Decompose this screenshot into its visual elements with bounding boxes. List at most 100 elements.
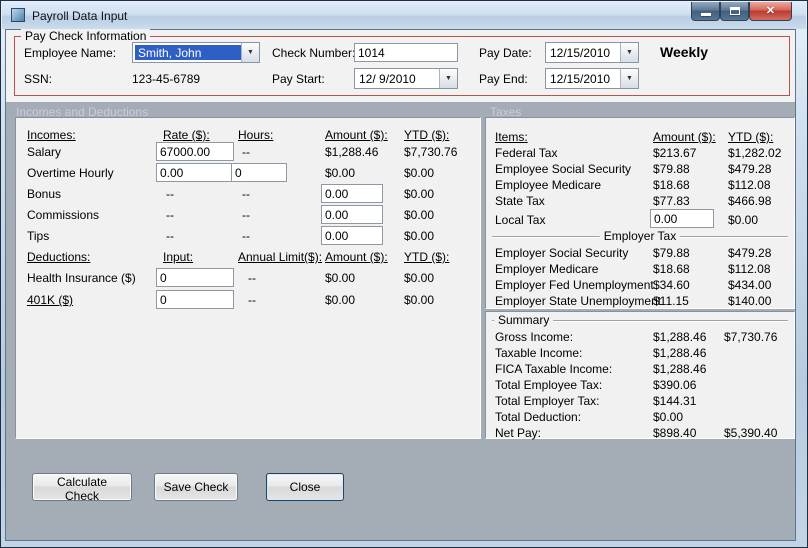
tax-row: State Tax $77.83 $466.98 (486, 194, 794, 210)
taxes-panel: Items: Amount ($): YTD ($): Federal Tax … (485, 117, 795, 309)
tax-name: Federal Tax (495, 146, 558, 160)
rate-header: Rate ($): (163, 128, 210, 142)
pay-end-label: Pay End: (479, 72, 528, 86)
ytd-header: YTD ($): (404, 250, 450, 264)
salary-rate-input[interactable] (156, 142, 234, 161)
income-name: Salary (27, 145, 62, 159)
tax-ytd: $112.08 (728, 262, 771, 276)
summary-group-label: Summary (494, 313, 554, 327)
summary-row: Net Pay: $898.40 $5,390.40 (486, 426, 794, 442)
summary-name: Gross Income: (495, 330, 574, 344)
health-insurance-input[interactable] (156, 268, 234, 287)
summary-row: FICA Taxable Income: $1,288.46 (486, 362, 794, 378)
chevron-down-icon[interactable]: ▼ (620, 43, 638, 62)
chevron-down-icon[interactable]: ▼ (620, 69, 638, 88)
pay-end-picker[interactable]: 12/15/2010 ▼ (545, 68, 639, 89)
pay-date-picker[interactable]: 12/15/2010 ▼ (545, 42, 639, 63)
amount-header: Amount ($): (325, 128, 388, 142)
summary-name: Total Employee Tax: (495, 378, 603, 392)
pay-start-picker[interactable]: 12/ 9/2010 ▼ (354, 68, 458, 89)
income-hours: -- (242, 187, 250, 201)
tax-amount: $79.88 (653, 162, 690, 176)
taxes-header-row: Items: Amount ($): YTD ($): (486, 130, 794, 146)
summary-amount: $0.00 (653, 410, 684, 424)
summary-row: Total Employee Tax: $390.06 (486, 378, 794, 394)
deduction-limit: -- (248, 271, 256, 285)
tax-ytd: $140.00 (728, 294, 772, 308)
summary-row: Total Deduction: $0.00 (486, 410, 794, 426)
chevron-down-icon[interactable]: ▼ (439, 69, 457, 88)
income-row-salary: Salary -- $1,288.46 $7,730.76 (16, 142, 480, 163)
local-tax-input[interactable] (650, 209, 714, 228)
pay-start-label: Pay Start: (272, 72, 325, 86)
summary-row: Gross Income: $1,288.46 $7,730.76 (486, 330, 794, 346)
overtime-rate-input[interactable] (156, 163, 234, 182)
tax-row: Employer Fed Unemployment $34.60 $434.00 (486, 278, 794, 294)
tax-name: Employee Social Security (495, 162, 632, 176)
tips-amount-input[interactable] (321, 226, 383, 245)
tax-ytd: $112.08 (728, 178, 771, 192)
income-row-commissions: Commissions -- -- $0.00 (16, 205, 480, 226)
check-number-input[interactable] (354, 43, 458, 62)
summary-name: Total Deduction: (495, 410, 582, 424)
income-rate: -- (166, 229, 174, 243)
income-row-tips: Tips -- -- $0.00 (16, 226, 480, 247)
summary-ytd: $5,390.40 (724, 426, 778, 440)
income-ytd: $0.00 (404, 166, 435, 180)
incomes-deductions-panel: Incomes: Rate ($): Hours: Amount ($): YT… (15, 117, 481, 439)
maximize-button[interactable] (720, 2, 749, 21)
overtime-hours-input[interactable] (231, 163, 287, 182)
summary-name: Taxable Income: (495, 346, 583, 360)
tax-row: Employee Social Security $79.88 $479.28 (486, 162, 794, 178)
summary-name: Net Pay: (495, 426, 542, 440)
deductions-header-row: Deductions: Input: Annual Limit($): Amou… (16, 247, 480, 268)
summary-name: FICA Taxable Income: (495, 362, 613, 376)
income-hours: -- (242, 208, 250, 222)
amount-header: Amount ($): (325, 250, 388, 264)
app-icon (11, 8, 25, 22)
summary-amount: $1,288.46 (653, 330, 707, 344)
summary-amount: $1,288.46 (653, 346, 707, 360)
tax-name: Employer Fed Unemployment (495, 278, 654, 292)
summary-name: Total Employer Tax: (495, 394, 600, 408)
deductions-header: Deductions: (27, 250, 91, 264)
summary-ytd: $7,730.76 (724, 330, 778, 344)
income-hours: -- (242, 229, 250, 243)
close-button[interactable]: ✕ (749, 2, 792, 21)
401k-link[interactable]: 401K ($) (27, 293, 73, 307)
tax-amount: $213.67 (653, 146, 697, 160)
calculate-check-button[interactable]: Calculate Check (32, 473, 132, 503)
chevron-down-icon[interactable]: ▼ (241, 43, 259, 62)
titlebar[interactable]: Payroll Data Input ✕ (2, 2, 806, 29)
payroll-window: Payroll Data Input ✕ Pay Check Informati… (0, 0, 808, 548)
ssn-value: 123-45-6789 (132, 72, 201, 86)
tax-row: Employer Medicare $18.68 $112.08 (486, 262, 794, 278)
income-ytd: $7,730.76 (404, 145, 458, 159)
annual-limit-header: Annual Limit($): (238, 250, 323, 264)
tax-amount: $18.68 (653, 262, 690, 276)
check-number-label: Check Number: (272, 46, 356, 60)
summary-amount: $144.31 (653, 394, 697, 408)
employee-name-combobox[interactable]: Smith, John ▼ (132, 42, 260, 63)
pay-date-label: Pay Date: (479, 46, 532, 60)
close-check-button[interactable]: Close (266, 473, 344, 501)
incomes-header: Incomes: (27, 128, 76, 142)
employee-name-value: Smith, John (135, 45, 241, 60)
401k-input[interactable] (156, 290, 234, 309)
deduction-amount: $0.00 (325, 271, 356, 285)
deduction-row-401k: 401K ($) -- $0.00 $0.00 (16, 290, 480, 311)
minimize-button[interactable] (691, 2, 720, 21)
pay-frequency-label: Weekly (660, 44, 708, 60)
bonus-amount-input[interactable] (321, 184, 383, 203)
save-check-button[interactable]: Save Check (154, 473, 238, 501)
tax-name: Employer State Unemployment (495, 294, 662, 308)
paycheck-group-label: Pay Check Information (21, 29, 151, 43)
tax-row: Employee Medicare $18.68 $112.08 (486, 178, 794, 194)
hours-header: Hours: (238, 128, 274, 142)
tax-name: Employee Medicare (495, 178, 602, 192)
tax-row: Employer Social Security $79.88 $479.28 (486, 246, 794, 262)
income-name: Bonus (27, 187, 62, 201)
income-name: Tips (27, 229, 50, 243)
summary-row: Taxable Income: $1,288.46 (486, 346, 794, 362)
commissions-amount-input[interactable] (321, 205, 383, 224)
